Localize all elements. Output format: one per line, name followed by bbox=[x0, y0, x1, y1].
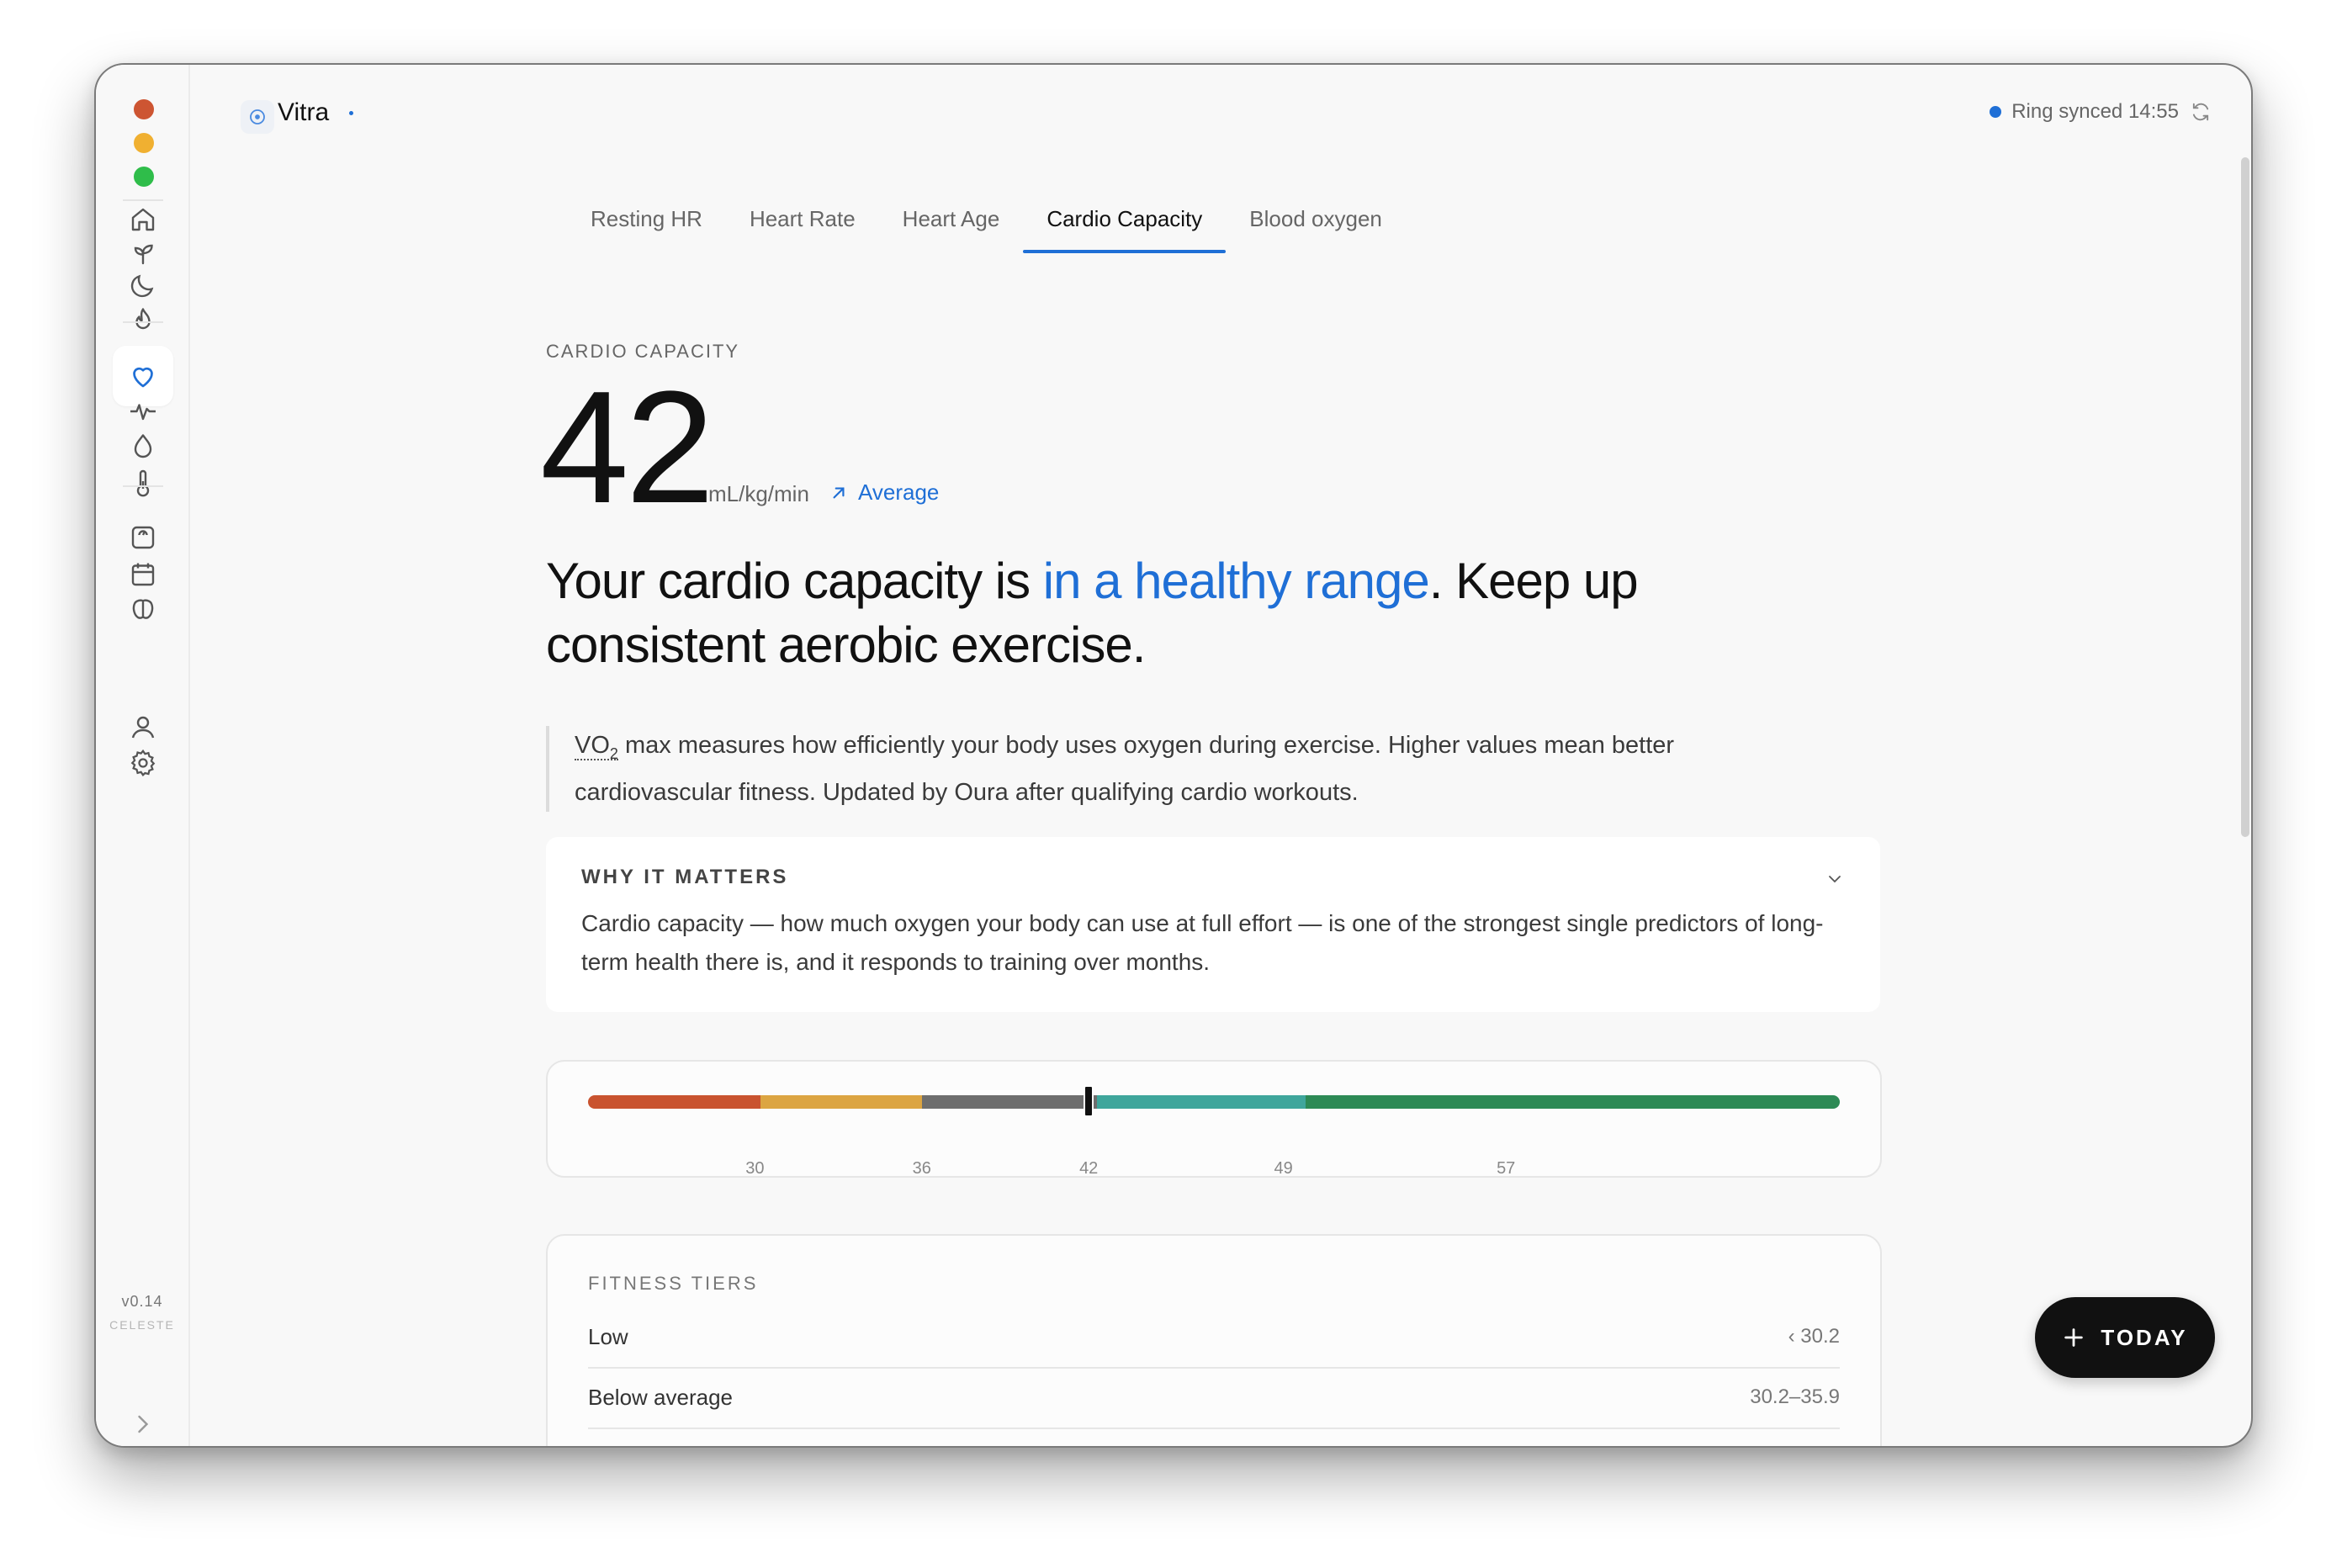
sidebar-divider bbox=[123, 321, 163, 323]
scale-tick-label: 42 bbox=[1079, 1159, 1099, 1178]
app-window: v0.14 CELESTE Vitra Ring synced 14:55 Re… bbox=[94, 63, 2253, 1448]
why-it-matters-title: WHY IT MATTERS bbox=[581, 866, 789, 888]
maximize-window-button[interactable] bbox=[134, 167, 154, 187]
tier-range: 30.2–35.9 bbox=[1750, 1385, 1840, 1408]
close-window-button[interactable] bbox=[134, 99, 154, 119]
sidebar-item-mind[interactable] bbox=[113, 580, 173, 640]
metric-description: VO2 max measures how efficiently your bo… bbox=[546, 726, 1685, 812]
tier-row: Below average 30.2–35.9 bbox=[588, 1367, 1840, 1429]
sidebar-divider bbox=[123, 485, 163, 487]
flame-icon bbox=[135, 308, 151, 330]
scrollbar[interactable] bbox=[2241, 157, 2249, 837]
why-it-matters-body: Cardio capacity — how much oxygen your b… bbox=[581, 910, 1824, 975]
scale-segment bbox=[921, 1095, 1098, 1109]
scale-tick-label: 30 bbox=[745, 1159, 765, 1178]
headline-before: Your cardio capacity is bbox=[546, 553, 1043, 609]
tier-label: Below average bbox=[588, 1384, 733, 1410]
scale-segment bbox=[588, 1095, 760, 1109]
tab-resting-hr[interactable]: Resting HR bbox=[567, 199, 726, 253]
expand-sidebar-button[interactable] bbox=[113, 1394, 173, 1446]
description-text: max measures how efficiently your body u… bbox=[575, 732, 1675, 806]
metric-rating: Average bbox=[828, 479, 939, 506]
sidebar-item-temperature[interactable] bbox=[113, 453, 173, 514]
tier-range: ‹ 30.2 bbox=[1788, 1325, 1840, 1348]
chevron-right-icon bbox=[138, 1415, 149, 1433]
headline-highlight: in a healthy range bbox=[1042, 553, 1430, 609]
tab-blood-oxygen[interactable]: Blood oxygen bbox=[1226, 199, 1406, 253]
refresh-icon[interactable] bbox=[2189, 100, 2212, 124]
gear-icon bbox=[130, 749, 156, 776]
fitness-tiers-title: FITNESS TIERS bbox=[588, 1273, 759, 1294]
sync-status-text: Ring synced 14:55 bbox=[2011, 100, 2179, 123]
sidebar: v0.14 CELESTE bbox=[96, 65, 190, 1446]
fitness-tiers-card: FITNESS TIERS Low ‹ 30.2 Below average 3… bbox=[546, 1234, 1882, 1446]
scale-tick-label: 49 bbox=[1274, 1159, 1293, 1178]
plus-icon bbox=[2064, 1328, 2084, 1347]
sidebar-item-settings[interactable] bbox=[113, 733, 173, 793]
tab-cardio-capacity[interactable]: Cardio Capacity bbox=[1023, 199, 1227, 253]
scale-segment bbox=[1306, 1095, 1840, 1109]
arrow-up-right-icon bbox=[833, 487, 845, 498]
target-icon bbox=[250, 109, 265, 124]
scale-tick-label: 57 bbox=[1497, 1159, 1516, 1178]
brain-icon bbox=[132, 599, 154, 619]
today-button-label: TODAY bbox=[2101, 1324, 2188, 1350]
app-status-dot bbox=[349, 111, 353, 115]
tier-label: Low bbox=[588, 1323, 628, 1349]
capacity-scale-bar: 30 36 42 49 57 bbox=[588, 1085, 1840, 1178]
thermometer-icon bbox=[136, 469, 150, 497]
vo2-abbr-text: VO bbox=[575, 732, 610, 759]
metric-tabs: Resting HR Heart Rate Heart Age Cardio C… bbox=[567, 199, 1406, 253]
sync-dot bbox=[1990, 106, 2002, 118]
tier-row: Low ‹ 30.2 bbox=[588, 1306, 1840, 1369]
minimize-window-button[interactable] bbox=[134, 133, 154, 153]
scale-segment bbox=[1097, 1095, 1306, 1109]
today-button[interactable]: TODAY bbox=[2035, 1297, 2215, 1378]
scale-segment bbox=[760, 1095, 922, 1109]
app-title: Vitra bbox=[278, 98, 330, 126]
app-logo bbox=[241, 100, 274, 134]
tab-heart-rate[interactable]: Heart Rate bbox=[726, 199, 879, 253]
metric-unit: mL/kg/min bbox=[708, 481, 809, 506]
vo2-abbreviation[interactable]: VO2 bbox=[575, 732, 618, 762]
app-version: v0.14 bbox=[121, 1293, 163, 1310]
metric-rating-label: Average bbox=[858, 479, 940, 505]
sidebar-item-activity[interactable] bbox=[113, 290, 173, 351]
why-it-matters-card[interactable]: WHY IT MATTERS Cardio capacity — how muc… bbox=[546, 837, 1880, 1012]
chevron-down-icon[interactable] bbox=[1825, 869, 1845, 889]
sync-status: Ring synced 14:55 bbox=[1990, 100, 2212, 124]
app-edition: CELESTE bbox=[109, 1318, 175, 1332]
capacity-scale-card: 30 36 42 49 57 bbox=[546, 1060, 1882, 1178]
vo2-abbr-sub: 2 bbox=[609, 744, 618, 762]
tab-heart-age[interactable]: Heart Age bbox=[879, 199, 1024, 253]
headline: Your cardio capacity is in a healthy ran… bbox=[546, 549, 1724, 677]
scale-marker bbox=[1084, 1085, 1094, 1117]
metric-value: 42 bbox=[540, 358, 714, 537]
scale-tick-label: 36 bbox=[912, 1159, 931, 1178]
